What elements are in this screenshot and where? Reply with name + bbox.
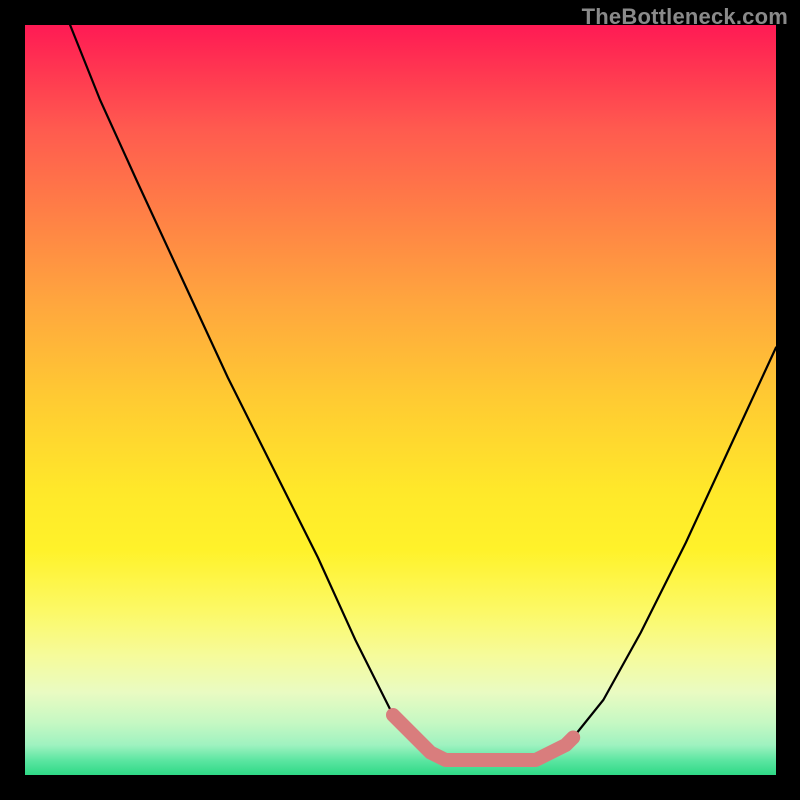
bottleneck-curve — [70, 25, 776, 760]
minimum-highlight — [393, 715, 573, 760]
curve-svg — [25, 25, 776, 775]
chart-container: TheBottleneck.com — [0, 0, 800, 800]
plot-area — [25, 25, 776, 775]
